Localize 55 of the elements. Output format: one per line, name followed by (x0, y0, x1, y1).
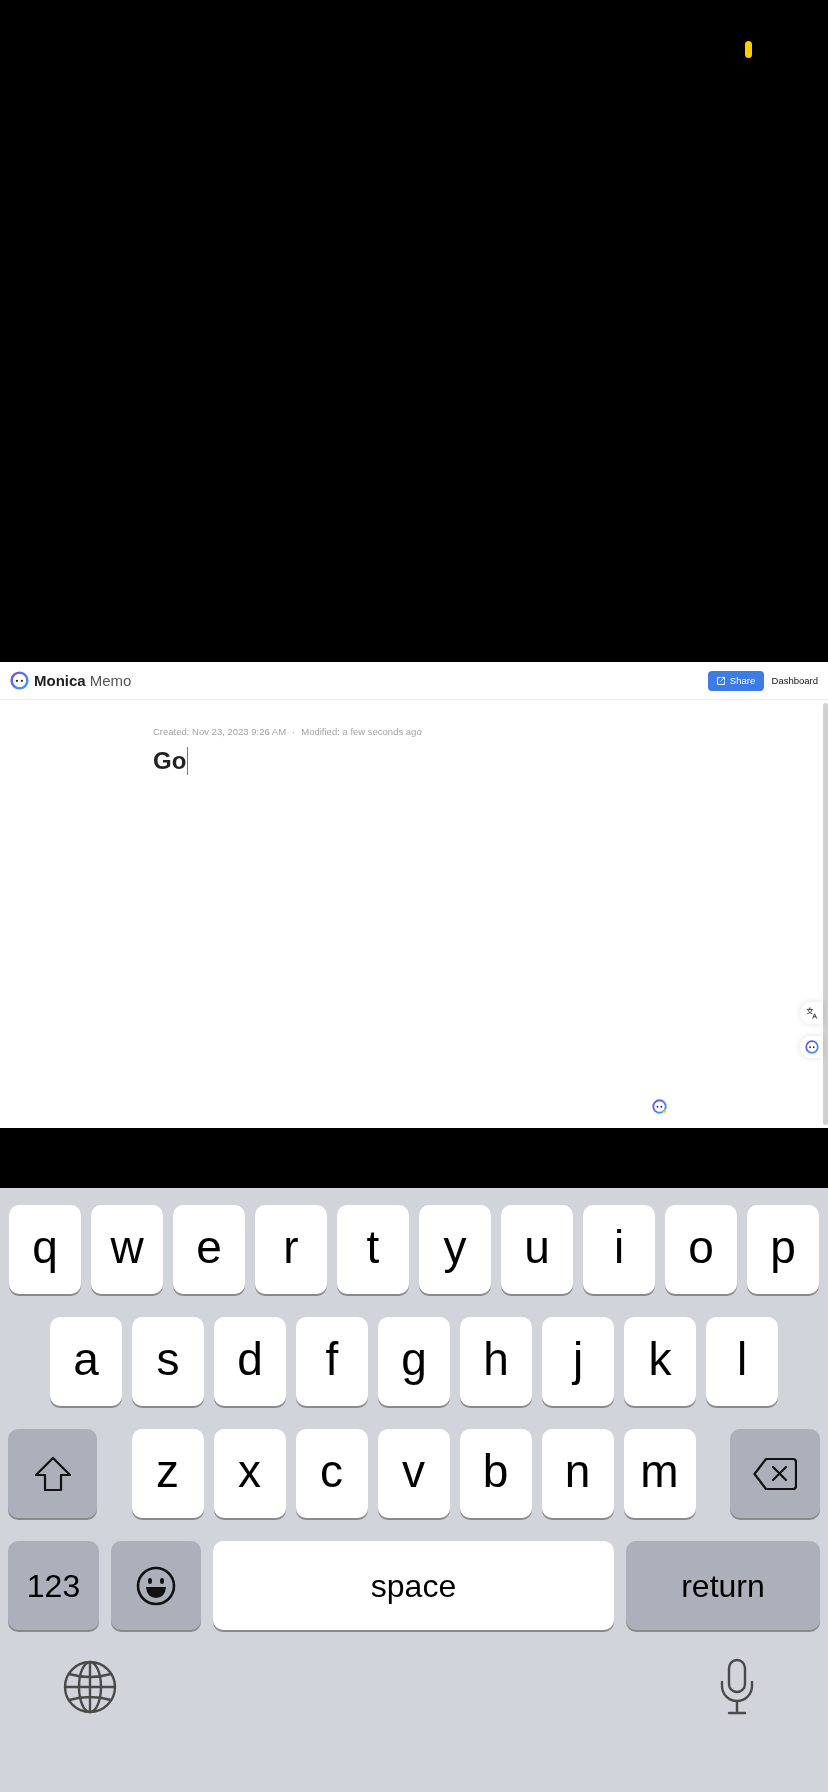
letter-key[interactable]: m (623, 1429, 696, 1518)
translate-button[interactable] (800, 1002, 823, 1024)
brand-name: Monica (34, 671, 86, 690)
letter-key[interactable]: t (337, 1205, 409, 1294)
letter-key[interactable]: b (459, 1429, 532, 1518)
letter-key[interactable]: s (132, 1317, 204, 1406)
letter-key[interactable]: p (747, 1205, 819, 1294)
backspace-icon (753, 1456, 797, 1491)
emoji-key[interactable] (111, 1541, 201, 1630)
letter-key[interactable]: u (501, 1205, 573, 1294)
letter-key[interactable]: y (419, 1205, 491, 1294)
letter-key[interactable]: h (460, 1317, 532, 1406)
share-icon (715, 675, 726, 686)
assistant-button[interactable] (800, 1036, 823, 1058)
product-name: Memo (89, 671, 132, 690)
letter-key[interactable]: z (131, 1429, 204, 1518)
memo-title[interactable]: Go (153, 746, 187, 776)
smiley-icon (136, 1565, 176, 1606)
letter-key[interactable]: d (214, 1317, 286, 1406)
scrollbar[interactable] (823, 703, 828, 1125)
letter-key[interactable]: v (377, 1429, 450, 1518)
share-button[interactable]: Share (707, 670, 764, 691)
face-logo-icon (804, 1040, 819, 1054)
letter-key[interactable]: q (9, 1205, 81, 1294)
modified-date-text: Modified: a few seconds ago (301, 726, 422, 738)
letter-key[interactable]: e (173, 1205, 245, 1294)
letter-key[interactable]: l (706, 1317, 778, 1406)
space-bar[interactable]: space (213, 1541, 614, 1630)
letter-key[interactable]: g (378, 1317, 450, 1406)
letter-key[interactable]: r (255, 1205, 327, 1294)
letter-key[interactable]: w (91, 1205, 163, 1294)
microphone-icon[interactable] (719, 1658, 755, 1716)
letter-key[interactable]: x (213, 1429, 286, 1518)
meta-separator: · (292, 726, 296, 738)
created-date-text: Created: Nov 23, 2023 9:26 AM (153, 726, 287, 738)
letter-key[interactable]: j (542, 1317, 614, 1406)
letter-key[interactable]: c (295, 1429, 368, 1518)
dashboard-link[interactable]: Dashboard (771, 674, 818, 687)
globe-icon[interactable] (63, 1660, 117, 1714)
delete-key[interactable] (730, 1429, 820, 1518)
shift-key[interactable] (8, 1429, 97, 1518)
text-cursor-icon (187, 747, 189, 775)
letter-key[interactable]: i (583, 1205, 655, 1294)
letter-key[interactable]: n (541, 1429, 614, 1518)
camera-indicator-icon (745, 41, 752, 58)
face-logo-icon (10, 671, 29, 690)
face-logo-icon[interactable] (652, 1099, 667, 1114)
translate-icon (805, 1007, 818, 1019)
letter-key[interactable]: a (50, 1317, 122, 1406)
letter-key[interactable]: k (624, 1317, 696, 1406)
shift-arrow-icon (32, 1455, 73, 1492)
return-key[interactable]: return (626, 1541, 820, 1630)
letter-key[interactable]: o (665, 1205, 737, 1294)
numbers-key[interactable]: 123 (8, 1541, 99, 1630)
letter-key[interactable]: f (296, 1317, 368, 1406)
